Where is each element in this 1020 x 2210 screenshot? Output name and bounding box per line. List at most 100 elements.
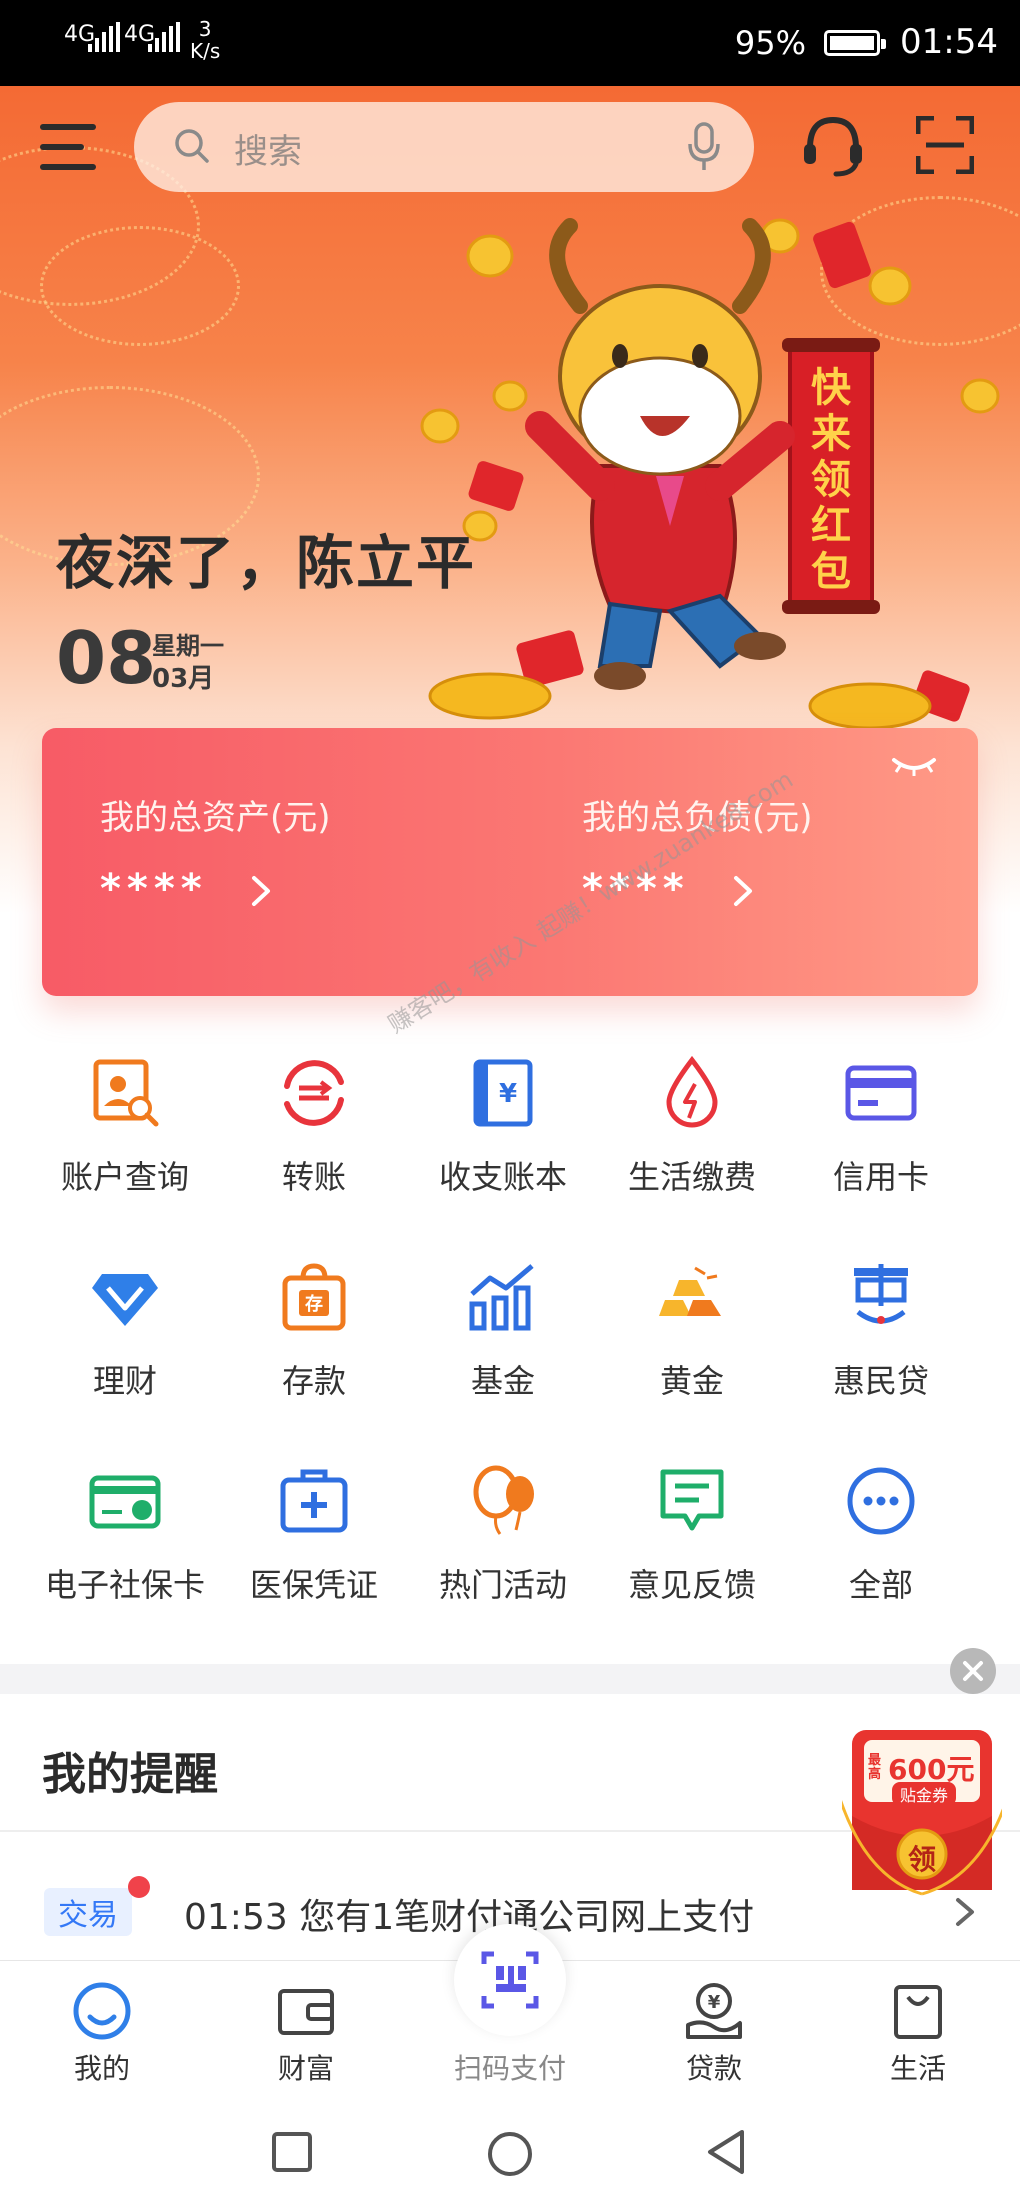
menu-icon[interactable]	[40, 122, 100, 172]
grid-item-label: 信用卡	[832, 1158, 929, 1196]
grid-item-hot-activities[interactable]: 热门活动	[408, 1448, 598, 1638]
search-bar[interactable]: 搜索	[134, 102, 754, 192]
grid-item-all[interactable]: 全部	[786, 1448, 976, 1638]
network-speed-value: 3	[198, 17, 212, 41]
feedback-icon	[660, 1469, 724, 1531]
svg-text:¥: ¥	[499, 1079, 517, 1109]
status-bar: 4G 4G 3 K/s 95% 01:54	[0, 0, 1020, 86]
total-assets-value[interactable]: ****	[100, 866, 208, 912]
greeting: 夜深了，陈立平	[56, 529, 477, 597]
shopping-bag-icon	[894, 1985, 942, 2039]
unread-dot	[128, 1876, 150, 1898]
grid-item-credit-card[interactable]: 信用卡	[786, 1040, 976, 1230]
grid-item-huimin-loan[interactable]: 惠民贷	[786, 1244, 976, 1434]
clock: 01:54	[900, 22, 998, 62]
reminder-tag: 交易	[44, 1888, 132, 1936]
close-icon[interactable]	[950, 1648, 996, 1694]
svg-text:存: 存	[305, 1293, 323, 1315]
nav-label: 生活	[889, 2052, 946, 2085]
system-navigation-bar	[0, 2090, 1020, 2210]
medical-kit-icon	[280, 1469, 348, 1533]
date-day: 08	[56, 616, 157, 700]
grid-item-bill-payment[interactable]: 生活缴费	[597, 1040, 787, 1230]
grid-item-label: 收支账本	[438, 1158, 567, 1196]
grid-item-label: 账户查询	[60, 1158, 189, 1196]
grid-item-medical-insurance[interactable]: 医保凭证	[219, 1448, 409, 1638]
grid-item-label: 黄金	[659, 1362, 724, 1400]
scan-pay-button[interactable]	[454, 1924, 566, 2036]
gold-bars-icon	[659, 1266, 721, 1316]
nav-label: 我的	[73, 2052, 130, 2085]
coupon-widget[interactable]: 最高 600元 贴金券 领	[834, 1726, 1010, 1896]
recent-apps-icon[interactable]	[270, 2130, 314, 2174]
social-security-card-icon	[89, 1475, 161, 1529]
balloon-icon	[473, 1465, 534, 1535]
coupon-prefix: 最高	[868, 1753, 882, 1782]
signal-bars-icon-2	[148, 22, 180, 52]
microphone-icon[interactable]	[686, 122, 722, 172]
battery-icon	[824, 30, 886, 56]
coupon-claim-button[interactable]: 领	[908, 1838, 936, 1878]
grid-item-label: 存款	[281, 1362, 346, 1400]
loan-icon: ¥	[686, 1983, 742, 2039]
grid-item-label: 基金	[470, 1362, 535, 1400]
scan-icon[interactable]	[916, 116, 974, 174]
grid-item-label: 转账	[281, 1158, 346, 1196]
nav-item-life[interactable]: 生活	[816, 1961, 1020, 2091]
section-divider	[0, 1664, 1020, 1694]
grid-item-wealth[interactable]: 理财	[30, 1244, 220, 1434]
grid-item-gold[interactable]: 黄金	[597, 1244, 787, 1434]
grid-item-label: 全部	[848, 1566, 913, 1604]
ox-mascot-illustration: 快来领红包	[420, 218, 1000, 730]
hide-eye-icon[interactable]	[890, 754, 938, 778]
battery-percent: 95%	[734, 24, 806, 62]
grid-item-label: 生活缴费	[627, 1158, 756, 1196]
grid-item-transfer[interactable]: 转账	[219, 1040, 409, 1230]
credit-card-icon	[845, 1065, 917, 1121]
fund-chart-icon	[469, 1264, 534, 1331]
home-icon[interactable]	[486, 2130, 534, 2178]
network-speed-unit: K/s	[190, 39, 221, 63]
banner-text: 快来领红包	[811, 365, 852, 595]
wealth-diamond-icon	[92, 1274, 158, 1326]
grid-item-feedback[interactable]: 意见反馈	[597, 1448, 787, 1638]
grid-item-label: 惠民贷	[832, 1362, 929, 1400]
chevron-right-icon[interactable]	[248, 874, 274, 908]
grid-item-deposit[interactable]: 存 存款	[219, 1244, 409, 1434]
grid-item-fund[interactable]: 基金	[408, 1244, 598, 1434]
deposit-bag-icon: 存	[282, 1263, 346, 1331]
grid-item-label: 医保凭证	[249, 1566, 378, 1604]
ledger-icon: ¥	[473, 1059, 533, 1127]
grid-item-account-query[interactable]: 账户查询	[30, 1040, 220, 1230]
signal-bars-icon-1	[88, 22, 120, 52]
wallet-icon	[278, 1989, 334, 2035]
chevron-right-icon[interactable]	[730, 874, 756, 908]
chevron-right-icon[interactable]	[954, 1896, 976, 1928]
more-dots-icon	[847, 1467, 915, 1535]
nav-item-my[interactable]: 我的	[0, 1961, 204, 2091]
nav-label: 财富	[277, 2052, 334, 2085]
date-weekday: 星期一	[152, 632, 224, 660]
search-placeholder: 搜索	[234, 132, 302, 172]
app-screen: 4G 4G 3 K/s 95% 01:54 搜索 快来领红包 夜深了，陈立平 0…	[0, 0, 1020, 2210]
coupon-subtitle: 贴金券	[892, 1782, 957, 1806]
svg-text:¥: ¥	[708, 1992, 721, 2013]
scan-pay-icon	[481, 1951, 539, 2009]
account-query-icon	[93, 1059, 159, 1127]
grid-item-label: 意见反馈	[627, 1566, 756, 1604]
total-assets-label: 我的总资产(元)	[100, 798, 331, 838]
huimin-loan-icon	[854, 1264, 908, 1324]
bill-payment-icon	[666, 1056, 718, 1128]
grid-item-ledger[interactable]: ¥ 收支账本	[408, 1040, 598, 1230]
search-icon	[175, 129, 209, 163]
customer-service-icon[interactable]	[800, 112, 866, 178]
nav-label: 贷款	[685, 2052, 742, 2085]
nav-item-wealth[interactable]: 财富	[204, 1961, 408, 2091]
transfer-icon	[284, 1060, 344, 1126]
my-icon	[73, 1982, 131, 2040]
grid-item-social-security-card[interactable]: 电子社保卡	[30, 1448, 220, 1638]
nav-item-loan[interactable]: ¥ 贷款	[612, 1961, 816, 2091]
decorative-cloud	[40, 226, 240, 346]
grid-item-label: 理财	[92, 1362, 157, 1400]
back-icon[interactable]	[704, 2128, 748, 2176]
